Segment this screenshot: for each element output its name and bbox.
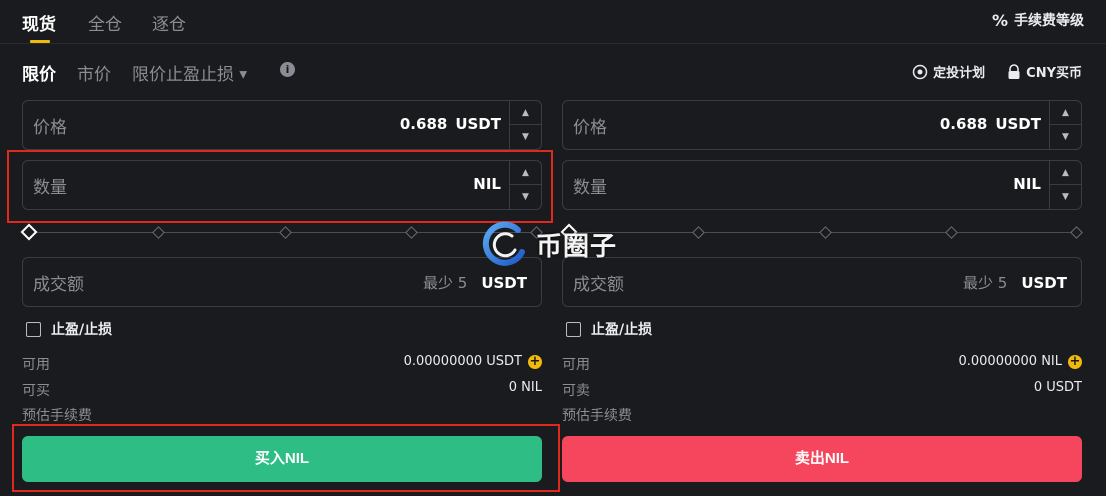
sell-amount-stepper: ▲ ▼: [1049, 161, 1081, 209]
sell-tpsl-label: 止盈/止损: [591, 322, 653, 338]
sell-tpsl-checkbox[interactable]: [566, 321, 581, 337]
highlight-box-buy-button: [12, 424, 560, 492]
buy-price-label: 价格: [33, 118, 67, 138]
buy-price-input[interactable]: 价格 0.688 USDT ▲ ▼: [22, 100, 542, 150]
watermark-text: 币圈子: [536, 231, 618, 262]
slider-handle[interactable]: [20, 223, 38, 241]
buy-percent-slider[interactable]: [20, 223, 543, 241]
sell-max-label: 可卖: [562, 383, 590, 399]
buy-available-value: 0.00000000 USDT: [403, 354, 522, 369]
sell-total-value: 最少 5 USDT: [963, 274, 1067, 292]
sell-price-stepper: ▲ ▼: [1049, 101, 1081, 149]
highlight-box-amount: [7, 150, 553, 223]
eye-icon: [912, 64, 928, 79]
slider-step-75[interactable]: [945, 226, 958, 239]
auto-invest-label: 定投计划: [933, 66, 986, 81]
sell-max-row: 可卖 0 USDT: [562, 380, 1082, 400]
tab-stop-limit-label: 限价止盈止损: [132, 65, 234, 85]
slider-step-25[interactable]: [692, 226, 705, 239]
tab-spot[interactable]: 现货: [22, 10, 56, 35]
buy-max-row: 可买 0 NIL: [22, 380, 542, 400]
sell-panel: 价格 0.688 USDT ▲ ▼ 数量 NIL ▲ ▼ 成交额 最少 5 USDT…: [560, 100, 1083, 496]
sell-total-input[interactable]: 成交额 最少 5 USDT: [562, 257, 1082, 307]
slider-step-50[interactable]: [819, 226, 832, 239]
buy-max-label: 可买: [22, 383, 50, 399]
caret-up-icon[interactable]: ▲: [1050, 101, 1081, 125]
buy-price-value: 0.688 USDT: [399, 115, 501, 133]
sell-amount-input[interactable]: 数量 NIL ▲ ▼: [562, 160, 1082, 210]
sell-tpsl-toggle[interactable]: 止盈/止损: [566, 319, 652, 339]
auto-invest-link[interactable]: 定投计划: [912, 62, 985, 81]
sell-available-value: 0.00000000 NIL: [958, 354, 1062, 369]
sell-price-label: 价格: [573, 118, 607, 138]
caret-down-icon: ▼: [239, 69, 248, 81]
fee-level-link[interactable]: % 手续费等级: [992, 10, 1084, 30]
buy-total-input[interactable]: 成交额 最少 5 USDT: [22, 257, 542, 307]
buy-fee-label: 预估手续费: [22, 408, 92, 424]
buy-available-label: 可用: [22, 357, 50, 373]
fee-level-label: 手续费等级: [1014, 13, 1084, 29]
buy-tpsl-checkbox[interactable]: [26, 321, 41, 337]
sell-price-input[interactable]: 价格 0.688 USDT ▲ ▼: [562, 100, 1082, 150]
sell-button[interactable]: 卖出NIL: [562, 436, 1082, 482]
sell-price-value: 0.688 USDT: [939, 115, 1041, 133]
buy-price-stepper: ▲ ▼: [509, 101, 541, 149]
lock-icon: [1008, 63, 1020, 79]
sell-amount-label: 数量: [573, 178, 607, 198]
slider-step-50[interactable]: [279, 226, 292, 239]
sell-amount-unit: NIL: [1013, 175, 1041, 193]
percent-icon: %: [991, 10, 1008, 30]
tab-isolated[interactable]: 逐仓: [152, 10, 186, 35]
active-tab-indicator: [30, 40, 50, 43]
buy-tpsl-toggle[interactable]: 止盈/止损: [26, 319, 112, 339]
right-links: 定投计划 CNY买币: [912, 62, 1082, 81]
slider-step-100[interactable]: [1070, 226, 1083, 239]
buy-cny-link[interactable]: CNY买币: [1007, 62, 1082, 81]
buy-available-row: 可用 0.00000000 USDT +: [22, 354, 542, 374]
slider-step-75[interactable]: [405, 226, 418, 239]
tab-limit[interactable]: 限价: [22, 60, 56, 85]
caret-down-icon[interactable]: ▼: [1050, 185, 1081, 209]
sell-percent-slider[interactable]: [560, 223, 1083, 241]
buy-available-value-wrap: 0.00000000 USDT +: [404, 354, 542, 369]
caret-up-icon[interactable]: ▲: [1050, 161, 1081, 185]
watermark-logo-icon: [482, 221, 525, 266]
sell-total-label: 成交额: [573, 275, 624, 295]
buy-total-value: 最少 5 USDT: [423, 274, 527, 292]
plus-circle-icon[interactable]: +: [1068, 354, 1082, 369]
sell-available-label: 可用: [562, 357, 590, 373]
sell-fee-label: 预估手续费: [562, 408, 632, 424]
plus-circle-icon[interactable]: +: [528, 354, 542, 369]
watermark: 币圈子: [478, 216, 638, 272]
buy-cny-label: CNY买币: [1026, 66, 1082, 81]
buy-total-label: 成交额: [33, 275, 84, 295]
sell-available-value-wrap: 0.00000000 NIL +: [958, 354, 1082, 369]
caret-down-icon[interactable]: ▼: [1050, 125, 1081, 149]
info-icon[interactable]: i: [280, 62, 295, 77]
margin-mode-tabs: 现货 全仓 逐仓 % 手续费等级: [0, 0, 1106, 44]
sell-fee-row: 预估手续费: [562, 405, 1082, 425]
caret-down-icon[interactable]: ▼: [510, 125, 541, 149]
tab-market[interactable]: 市价: [77, 60, 111, 85]
buy-fee-row: 预估手续费: [22, 405, 542, 425]
sell-available-row: 可用 0.00000000 NIL +: [562, 354, 1082, 374]
buy-max-value: 0 NIL: [508, 380, 542, 395]
buy-tpsl-label: 止盈/止损: [51, 322, 113, 338]
tab-stop-limit[interactable]: 限价止盈止损 ▼: [132, 60, 247, 85]
tab-cross[interactable]: 全仓: [88, 10, 122, 35]
slider-step-25[interactable]: [152, 226, 165, 239]
sell-max-value: 0 USDT: [1033, 380, 1082, 395]
caret-up-icon[interactable]: ▲: [510, 101, 541, 125]
